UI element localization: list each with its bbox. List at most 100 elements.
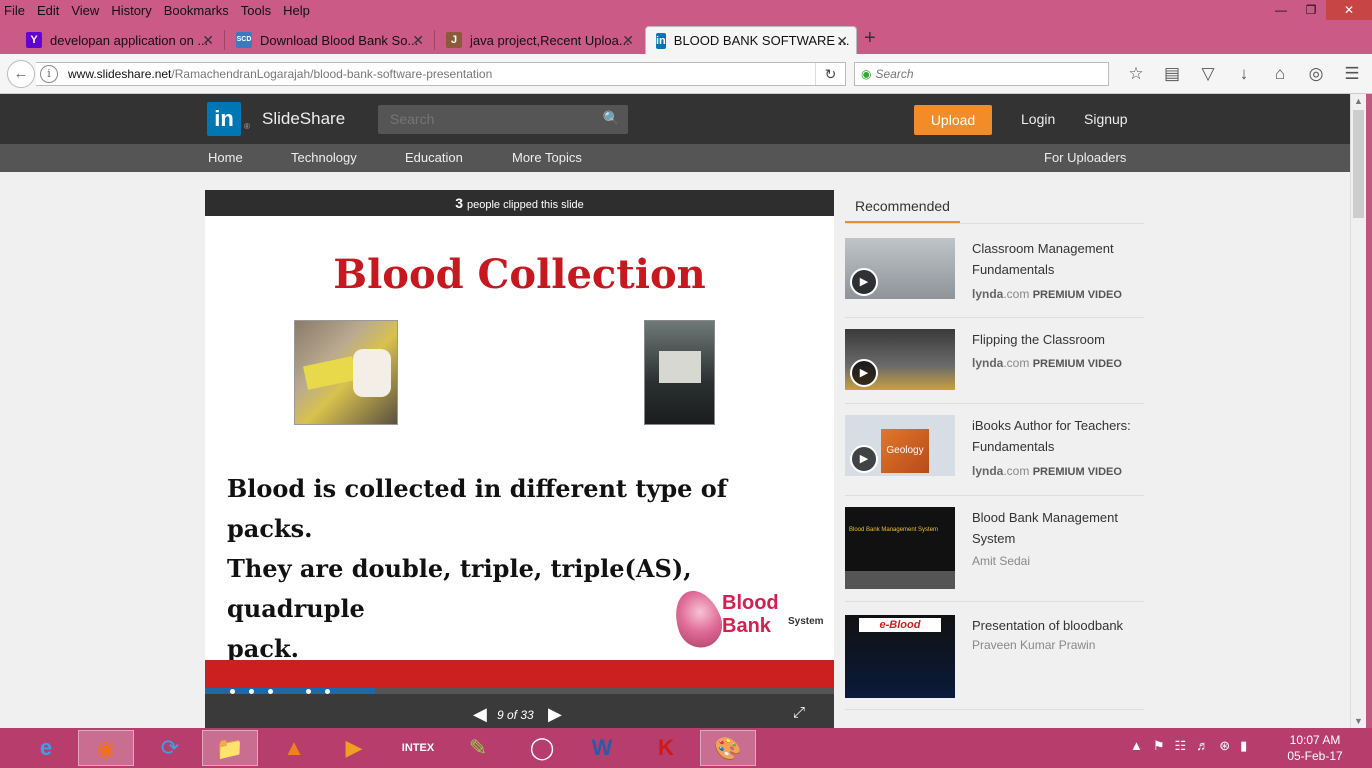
nav-technology[interactable]: Technology	[291, 150, 357, 165]
recommended-title[interactable]: Flipping the Classroom	[972, 329, 1142, 350]
logo-subtext: System	[788, 616, 824, 627]
tab-yahoo[interactable]: Y developan application on ... ✕	[16, 26, 222, 54]
previous-slide-icon[interactable]: ◀	[473, 704, 487, 725]
media-player-icon[interactable]: ▶	[326, 730, 382, 766]
action-center-icon[interactable]: ⚑	[1153, 738, 1165, 754]
play-icon[interactable]: ▶	[850, 445, 878, 473]
menu-help[interactable]: Help	[283, 3, 310, 18]
sync-app-icon[interactable]: ⟳	[142, 730, 198, 766]
show-hidden-icon[interactable]: ▲	[1130, 738, 1143, 754]
clock-date: 05-Feb-17	[1287, 749, 1343, 763]
menu-view[interactable]: View	[71, 3, 99, 18]
nav-home[interactable]: Home	[208, 150, 243, 165]
recommended-author[interactable]: Praveen Kumar Prawin	[972, 638, 1095, 652]
play-icon[interactable]: ▶	[850, 359, 878, 387]
scrollbar-thumb[interactable]	[1353, 110, 1364, 218]
recommended-title[interactable]: Classroom Management Fundamentals	[972, 238, 1142, 280]
clock[interactable]: 10:07 AM 05-Feb-17	[1282, 732, 1348, 764]
recommended-item[interactable]: Geology ▶ iBooks Author for Teachers: Fu…	[845, 415, 1144, 496]
new-tab-icon[interactable]: +	[864, 27, 876, 50]
upload-button[interactable]: Upload	[914, 105, 992, 135]
tab-download[interactable]: SCD Download Blood Bank So... ✕	[226, 26, 432, 54]
recommended-title[interactable]: iBooks Author for Teachers: Fundamentals	[972, 415, 1142, 457]
recommended-title[interactable]: Blood Bank Management System	[972, 507, 1142, 549]
recommended-tab[interactable]: Recommended	[845, 192, 960, 224]
close-tab-icon[interactable]: ✕	[202, 32, 214, 49]
nav-education[interactable]: Education	[405, 150, 463, 165]
file-explorer-icon[interactable]: 📁	[202, 730, 258, 766]
signal-icon[interactable]: ▮	[1240, 738, 1247, 754]
video-thumbnail[interactable]: Geology ▶	[845, 415, 955, 476]
scroll-up-icon[interactable]: ▲	[1354, 96, 1363, 106]
close-tab-icon[interactable]: ✕	[836, 33, 848, 50]
recommended-item[interactable]: ▶ Classroom Management Fundamentals lynd…	[845, 238, 1144, 318]
internet-explorer-icon[interactable]: e	[18, 730, 74, 766]
restore-icon[interactable]: ❐	[1296, 0, 1326, 20]
firefox-icon[interactable]: ◉	[78, 730, 134, 766]
page-scrollbar[interactable]: ▲ ▼	[1350, 94, 1366, 728]
tab-slideshare[interactable]: in BLOOD BANK SOFTWARE ... ✕	[645, 26, 857, 54]
recommended-author[interactable]: Amit Sedai	[972, 554, 1030, 568]
bluetooth-icon[interactable]: ⊛	[1219, 738, 1230, 754]
kaspersky-icon[interactable]: K	[638, 730, 694, 766]
linkedin-logo[interactable]: in	[207, 102, 241, 136]
vlc-icon[interactable]: ▲	[266, 730, 322, 766]
play-icon[interactable]: ▶	[850, 268, 878, 296]
paint-icon[interactable]: 🎨	[700, 730, 756, 766]
shield-icon[interactable]: ◎	[1298, 62, 1334, 86]
home-icon[interactable]: ⌂	[1262, 62, 1298, 86]
slide-thumbnail[interactable]: Blood Bank Management System	[845, 507, 955, 589]
login-link[interactable]: Login	[1021, 111, 1055, 127]
browser-search-input[interactable]	[875, 67, 1096, 81]
site-search-input[interactable]	[390, 111, 590, 127]
search-engine-icon[interactable]: ◉	[861, 67, 871, 81]
minimize-icon[interactable]: —	[1266, 0, 1296, 20]
reading-list-icon[interactable]: ▤	[1154, 62, 1190, 86]
menu-bookmarks[interactable]: Bookmarks	[164, 3, 229, 18]
browser-search-field[interactable]: ◉	[854, 62, 1109, 86]
site-name[interactable]: SlideShare	[262, 109, 345, 129]
next-slide-icon[interactable]: ▶	[548, 704, 562, 725]
menu-tools[interactable]: Tools	[241, 3, 271, 18]
scroll-down-icon[interactable]: ▼	[1354, 716, 1363, 726]
notepad-plus-icon[interactable]: ✎	[450, 730, 506, 766]
intex-icon[interactable]: INTEX	[390, 730, 446, 766]
recommended-item[interactable]: e-Blood Presentation of bloodbank Pravee…	[845, 615, 1144, 710]
slide-thumbnail[interactable]: e-Blood	[845, 615, 955, 698]
video-thumbnail[interactable]: ▶	[845, 329, 955, 390]
windows-taskbar: e ◉ ⟳ 📁 ▲ ▶ INTEX ✎ ◯ W K 🎨 ▲ ⚑ ☷ ♬ ⊛ ▮ …	[0, 728, 1372, 768]
pocket-icon[interactable]: ▽	[1190, 62, 1226, 86]
download-icon[interactable]: ↓	[1226, 62, 1262, 86]
recommended-item[interactable]: ▶ Flipping the Classroom lynda.com PREMI…	[845, 329, 1144, 404]
menu-file[interactable]: File	[4, 3, 25, 18]
bookmark-star-icon[interactable]: ☆	[1118, 62, 1154, 86]
fullscreen-icon[interactable]: ⤢	[793, 704, 805, 721]
registered-mark: ®	[244, 122, 250, 131]
site-search-box[interactable]: 🔍	[378, 105, 628, 134]
recommended-title[interactable]: Presentation of bloodbank	[972, 615, 1142, 636]
info-icon[interactable]: i	[40, 65, 58, 83]
slide-canvas[interactable]: Blood Collection Blood is collected in d…	[205, 216, 834, 660]
reload-icon[interactable]: ↻	[815, 63, 845, 85]
thumb-title: Blood Bank Management System	[849, 527, 939, 533]
close-tab-icon[interactable]: ✕	[412, 32, 424, 49]
close-tab-icon[interactable]: ✕	[622, 32, 634, 49]
tab-java[interactable]: J java project,Recent Uploa... ✕	[436, 26, 642, 54]
blood-collection-photo	[294, 320, 398, 425]
address-bar[interactable]: i www.slideshare.net/RamachendranLogaraj…	[36, 62, 846, 86]
hamburger-menu-icon[interactable]: ☰	[1334, 62, 1370, 86]
close-window-icon[interactable]: ✕	[1326, 0, 1372, 20]
nav-for-uploaders[interactable]: For Uploaders	[1044, 150, 1126, 165]
back-icon[interactable]: ←	[7, 60, 35, 88]
volume-icon[interactable]: ♬	[1196, 738, 1209, 754]
camera-app-icon[interactable]: ◯	[514, 730, 570, 766]
recommended-item[interactable]: Blood Bank Management System Blood Bank …	[845, 507, 1144, 602]
signup-link[interactable]: Signup	[1084, 111, 1128, 127]
nav-more-topics[interactable]: More Topics	[512, 150, 582, 165]
menu-edit[interactable]: Edit	[37, 3, 59, 18]
menu-history[interactable]: History	[111, 3, 151, 18]
video-thumbnail[interactable]: ▶	[845, 238, 955, 299]
word-icon[interactable]: W	[574, 730, 630, 766]
network-icon[interactable]: ☷	[1175, 738, 1187, 754]
search-icon[interactable]: 🔍	[603, 110, 620, 127]
